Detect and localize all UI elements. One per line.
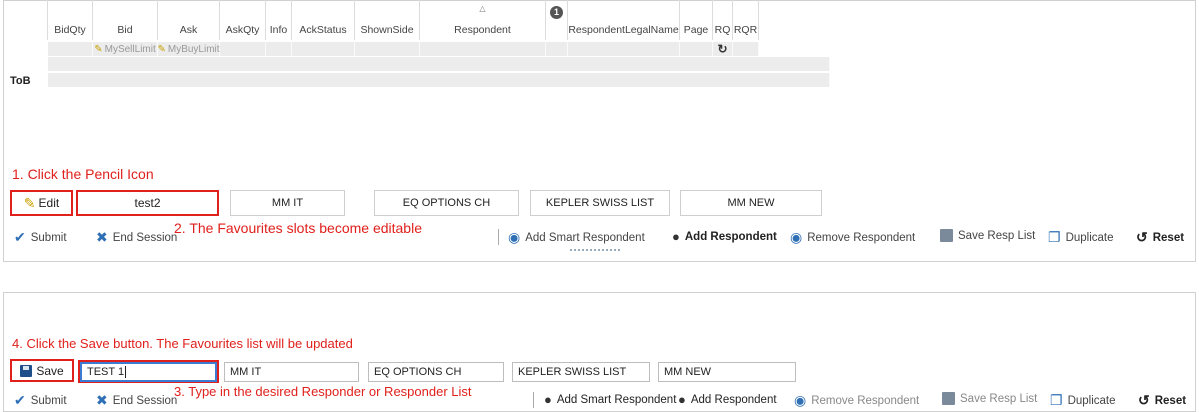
annotation-step-1: 1. Click the Pencil Icon	[12, 166, 154, 182]
duplicate-icon: ❐	[1048, 229, 1061, 245]
user-icon: ●	[678, 392, 686, 407]
save-list-icon	[940, 229, 953, 242]
bid-limit-cell[interactable]: ✎ MySellLimit	[93, 42, 158, 56]
remove-respondent-icon: ◉	[790, 229, 803, 245]
column-header-blank	[10, 0, 48, 40]
annotation-step-2: 2. The Favourites slots become editable	[174, 220, 422, 236]
column-header-info[interactable]: Info	[266, 0, 292, 40]
duplicate-button[interactable]: ❐ Duplicate	[1050, 392, 1116, 409]
end-session-button[interactable]: ✖ End Session	[96, 392, 177, 409]
save-list-icon	[942, 392, 955, 405]
pencil-icon: ✎	[94, 43, 103, 55]
floppy-disk-icon	[20, 364, 33, 377]
table-row-tob	[48, 73, 830, 87]
column-header-bid[interactable]: Bid	[93, 0, 158, 40]
remove-respondent-button[interactable]: ◉ Remove Respondent	[794, 392, 919, 409]
save-resp-list-button[interactable]: Save Resp List	[940, 229, 1035, 242]
favourite-input-5[interactable]: MM NEW	[658, 362, 796, 382]
toolbar-separator	[533, 392, 534, 408]
column-header-ackstatus[interactable]: AckStatus	[292, 0, 355, 40]
add-respondent-button[interactable]: ● Add Respondent	[678, 392, 777, 407]
table-row-inputs: ✎ MySellLimit ✎ MyBuyLimit ↻	[48, 42, 759, 56]
add-smart-respondent-button[interactable]: ◉ Add Smart Respondent	[508, 229, 645, 246]
save-button[interactable]: Save	[10, 359, 74, 382]
submit-icon: ✔	[14, 392, 26, 408]
user-icon: ●	[672, 229, 680, 244]
favourite-slot-4[interactable]: KEPLER SWISS LIST	[530, 190, 670, 216]
ask-limit-cell[interactable]: ✎ MyBuyLimit	[157, 42, 220, 56]
favourite-input-4[interactable]: KEPLER SWISS LIST	[512, 362, 650, 382]
annotation-step-3: 3. Type in the desired Responder or Resp…	[174, 384, 472, 399]
column-header-respondent[interactable]: △ Respondent	[420, 0, 546, 40]
add-smart-respondent-button[interactable]: ● Add Smart Respondent	[544, 392, 676, 407]
edit-button[interactable]: ✎ Edit	[10, 190, 73, 216]
user-icon: ●	[544, 392, 552, 407]
favourite-slot-1[interactable]: test2	[76, 190, 219, 216]
column-header-rqr[interactable]: RQR	[733, 0, 759, 40]
column-header-respondentlegalname[interactable]: RespondentLegalName	[568, 0, 680, 40]
reset-button[interactable]: ↺ Reset	[1136, 229, 1184, 246]
column-header-askqty[interactable]: AskQty	[220, 0, 266, 40]
add-smart-respondent-icon: ◉	[508, 229, 521, 245]
reset-icon: ↺	[1138, 392, 1150, 408]
duplicate-button[interactable]: ❐ Duplicate	[1048, 229, 1114, 246]
remove-respondent-icon: ◉	[794, 392, 807, 408]
column-header-ask[interactable]: Ask	[158, 0, 220, 40]
remove-respondent-button[interactable]: ◉ Remove Respondent	[790, 229, 915, 246]
table-row-empty	[48, 57, 830, 71]
column-header-badge: 1	[546, 0, 568, 40]
column-header-bidqty[interactable]: BidQty	[48, 0, 93, 40]
submit-icon: ✔	[14, 229, 26, 245]
column-header-rq[interactable]: RQ	[713, 0, 733, 40]
text-caret	[125, 366, 127, 378]
reset-icon: ↺	[1136, 229, 1148, 245]
pencil-icon: ✎	[157, 43, 166, 55]
end-session-button[interactable]: ✖ End Session	[96, 229, 177, 246]
submit-button[interactable]: ✔ Submit	[14, 229, 67, 246]
save-resp-list-button[interactable]: Save Resp List	[942, 392, 1037, 405]
submit-button[interactable]: ✔ Submit	[14, 392, 67, 409]
sort-ascending-icon: △	[479, 4, 486, 13]
favourite-input-3[interactable]: EQ OPTIONS CH	[368, 362, 504, 382]
reset-button[interactable]: ↺ Reset	[1138, 392, 1186, 409]
refresh-icon[interactable]: ↻	[713, 42, 733, 56]
count-badge: 1	[550, 6, 563, 19]
resize-handle[interactable]	[570, 249, 620, 251]
pencil-icon: ✎	[23, 194, 36, 211]
favourite-input-2[interactable]: MM IT	[224, 362, 359, 382]
column-header-shownside[interactable]: ShownSide	[355, 0, 420, 40]
grid-header: BidQty Bid Ask AskQty Info AckStatus Sho…	[10, 0, 830, 40]
favourite-slot-2[interactable]: MM IT	[230, 190, 345, 216]
add-respondent-button[interactable]: ● Add Respondent	[672, 229, 777, 244]
column-header-page[interactable]: Page	[680, 0, 713, 40]
duplicate-icon: ❐	[1050, 392, 1063, 408]
favourite-slot-3[interactable]: EQ OPTIONS CH	[374, 190, 519, 216]
row-label-tob: ToB	[10, 75, 31, 87]
toolbar-separator	[498, 229, 499, 245]
annotation-step-4: 4. Click the Save button. The Favourites…	[12, 336, 353, 351]
favourite-slot-5[interactable]: MM NEW	[680, 190, 822, 216]
favourite-input-1[interactable]: TEST 1	[80, 362, 217, 382]
end-session-icon: ✖	[96, 392, 108, 408]
end-session-icon: ✖	[96, 229, 108, 245]
